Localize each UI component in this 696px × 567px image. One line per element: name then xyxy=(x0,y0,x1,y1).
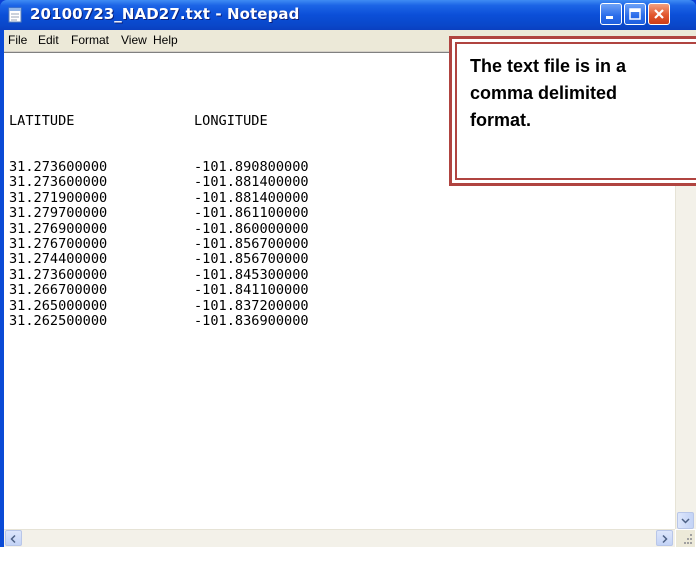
longitude-value: -101.881400000 xyxy=(194,189,309,206)
list-item: 31.271900000 -101.881400000 xyxy=(9,189,569,206)
list-item: 31.276900000 -101.860000000 xyxy=(9,220,569,237)
chevron-down-icon xyxy=(681,518,690,524)
menu-format[interactable]: Format xyxy=(71,33,109,47)
longitude-value: -101.856700000 xyxy=(194,251,309,268)
latitude-value: 31.273600000 xyxy=(9,174,108,191)
menu-file[interactable]: File xyxy=(8,33,27,47)
longitude-value: -101.841100000 xyxy=(194,282,309,299)
resize-grip[interactable] xyxy=(676,530,695,547)
latitude-value: 31.276700000 xyxy=(9,235,108,252)
minimize-button[interactable] xyxy=(600,3,622,25)
latitude-value: 31.276900000 xyxy=(9,220,108,237)
resize-grip-icon xyxy=(684,534,692,544)
maximize-button[interactable] xyxy=(624,3,646,25)
latitude-value: 31.273600000 xyxy=(9,159,108,176)
longitude-value: -101.860000000 xyxy=(194,220,309,237)
header-latitude: LATITUDE xyxy=(9,112,75,129)
latitude-value: 31.266700000 xyxy=(9,282,108,299)
list-item: 31.265000000 -101.837200000 xyxy=(9,297,569,314)
scroll-left-button[interactable] xyxy=(5,530,22,546)
horizontal-scrollbar[interactable] xyxy=(4,529,675,547)
list-item: 31.279700000 -101.861100000 xyxy=(9,205,569,222)
callout-text: The text file is in a comma delimited fo… xyxy=(470,56,627,130)
list-item: 31.262500000 -101.836900000 xyxy=(9,312,569,329)
latitude-value: 31.262500000 xyxy=(9,312,108,329)
minimize-icon xyxy=(606,16,613,19)
maximize-icon xyxy=(629,8,641,20)
longitude-value: -101.836900000 xyxy=(194,312,309,329)
longitude-value: -101.881400000 xyxy=(194,174,309,191)
latitude-value: 31.265000000 xyxy=(9,297,108,314)
list-item: 31.266700000 -101.841100000 xyxy=(9,282,569,299)
longitude-value: -101.837200000 xyxy=(194,297,309,314)
annotation-callout: The text file is in a comma delimited fo… xyxy=(449,36,696,186)
latitude-value: 31.274400000 xyxy=(9,251,108,268)
list-item: 31.274400000 -101.856700000 xyxy=(9,251,569,268)
longitude-value: -101.856700000 xyxy=(194,235,309,252)
longitude-value: -101.845300000 xyxy=(194,266,309,283)
close-button[interactable] xyxy=(648,3,670,25)
scroll-down-button[interactable] xyxy=(677,512,694,529)
page-background xyxy=(0,547,696,567)
chevron-left-icon xyxy=(10,534,16,544)
menu-view[interactable]: View xyxy=(121,33,147,47)
menu-edit[interactable]: Edit xyxy=(38,33,59,47)
notepad-icon xyxy=(8,7,22,23)
scroll-right-button[interactable] xyxy=(656,530,673,546)
window-title: 20100723_NAD27.txt - Notepad xyxy=(30,5,300,23)
header-longitude: LONGITUDE xyxy=(194,112,268,129)
latitude-value: 31.271900000 xyxy=(9,189,108,206)
longitude-value: -101.861100000 xyxy=(194,205,309,222)
latitude-value: 31.273600000 xyxy=(9,266,108,283)
list-item: 31.273600000 -101.845300000 xyxy=(9,266,569,283)
menu-help[interactable]: Help xyxy=(153,33,178,47)
longitude-value: -101.890800000 xyxy=(194,159,309,176)
close-icon xyxy=(654,9,664,19)
list-item: 31.276700000 -101.856700000 xyxy=(9,235,569,252)
latitude-value: 31.279700000 xyxy=(9,205,108,222)
title-bar[interactable]: 20100723_NAD27.txt - Notepad xyxy=(0,0,696,30)
chevron-right-icon xyxy=(662,534,668,544)
